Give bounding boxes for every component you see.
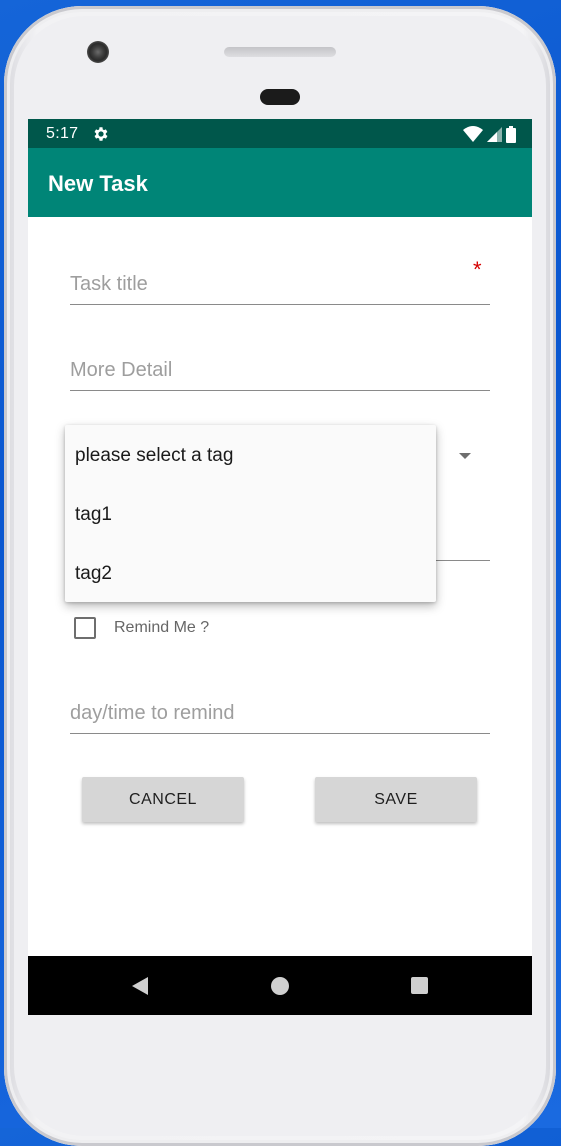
front-camera bbox=[87, 41, 109, 63]
remind-me-checkbox[interactable] bbox=[74, 617, 96, 639]
recents-button[interactable] bbox=[389, 956, 449, 1015]
navigation-bar bbox=[28, 956, 532, 1015]
phone-screen: 5:17 New Task Task title * More Detail R… bbox=[28, 119, 532, 1015]
dropdown-option-tag1[interactable]: tag1 bbox=[75, 504, 112, 526]
more-detail-input[interactable]: More Detail bbox=[70, 345, 490, 391]
remind-time-input[interactable]: day/time to remind bbox=[70, 687, 490, 734]
status-bar: 5:17 bbox=[28, 119, 532, 148]
settings-gear-icon bbox=[94, 127, 108, 141]
signal-icon bbox=[487, 126, 502, 142]
back-button[interactable] bbox=[110, 956, 170, 1015]
earpiece-speaker bbox=[224, 47, 336, 57]
field-underline bbox=[436, 560, 490, 561]
required-mark: * bbox=[473, 257, 482, 282]
wifi-icon bbox=[463, 126, 483, 142]
more-detail-placeholder: More Detail bbox=[70, 359, 173, 381]
status-icons bbox=[463, 125, 516, 143]
task-title-placeholder: Task title bbox=[70, 273, 148, 295]
remind-time-placeholder: day/time to remind bbox=[70, 702, 235, 724]
home-icon bbox=[271, 976, 289, 995]
home-button[interactable] bbox=[250, 956, 310, 1015]
app-bar: New Task bbox=[28, 148, 532, 217]
proximity-sensor bbox=[260, 89, 300, 105]
back-icon bbox=[132, 976, 148, 995]
tag-dropdown-menu: please select a tag tag1 tag2 bbox=[65, 425, 436, 602]
dropdown-option-tag2[interactable]: tag2 bbox=[75, 563, 112, 585]
page-title: New Task bbox=[48, 171, 148, 196]
battery-icon bbox=[506, 125, 516, 143]
save-button[interactable]: SAVE bbox=[315, 777, 477, 822]
cancel-button[interactable]: CANCEL bbox=[82, 777, 244, 822]
spinner-arrow-icon[interactable] bbox=[459, 453, 471, 459]
remind-me-label: Remind Me ? bbox=[114, 619, 210, 636]
status-time: 5:17 bbox=[46, 125, 79, 142]
task-title-input[interactable]: Task title bbox=[70, 259, 490, 305]
recents-icon bbox=[410, 977, 428, 994]
dropdown-option-please-select[interactable]: please select a tag bbox=[75, 445, 233, 467]
